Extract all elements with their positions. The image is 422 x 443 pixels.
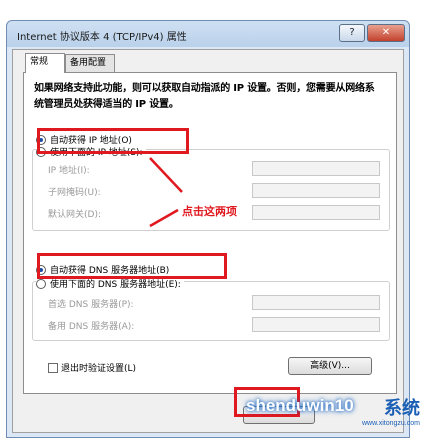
arrow-to-auto-ip <box>149 157 183 193</box>
site-watermark: shenduwin10 系统 www.xitongzu.com <box>234 386 422 443</box>
watermark-cn: 系统 <box>384 398 420 419</box>
watermark-url: www.xitongzu.com <box>362 420 420 427</box>
arrow-to-auto-dns <box>149 208 179 228</box>
watermark-brand: shenduwin10 <box>246 396 354 415</box>
tab-general[interactable]: 常规 <box>25 53 65 73</box>
annotation-text: 点击这两项 <box>182 205 237 218</box>
